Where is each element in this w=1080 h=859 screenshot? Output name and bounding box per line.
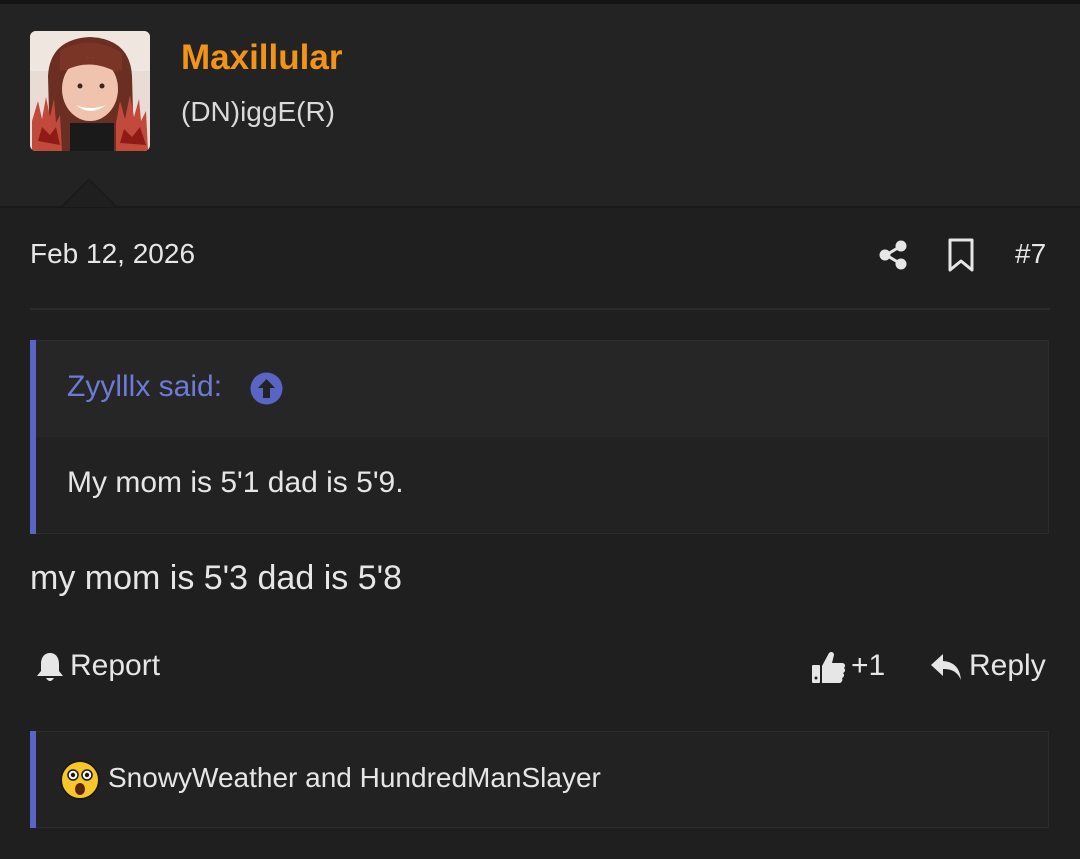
reply-button[interactable]: Reply: [969, 649, 1046, 683]
post-number[interactable]: #7: [1015, 238, 1046, 270]
avatar-image: [30, 31, 150, 151]
astonished-face-icon[interactable]: [60, 760, 100, 800]
thumbs-up-icon[interactable]: [810, 649, 846, 685]
post-date[interactable]: Feb 12, 2026: [30, 238, 195, 270]
post-body: my mom is 5'3 dad is 5'8: [30, 559, 403, 597]
reaction-users[interactable]: SnowyWeather and HundredManSlayer: [108, 762, 601, 794]
share-icon[interactable]: [877, 239, 909, 271]
reply-icon[interactable]: [929, 652, 963, 682]
quote-accent-bar: [30, 340, 36, 534]
report-button[interactable]: Report: [70, 649, 160, 683]
arrow-up-circle-icon[interactable]: [250, 372, 283, 405]
user-header: [0, 4, 1080, 208]
reactions-accent-bar: [30, 731, 36, 828]
user-title: (DN)iggE(R): [181, 96, 335, 127]
quote-author[interactable]: Zyylllx said:: [67, 370, 222, 404]
quote-text: My mom is 5'1 dad is 5'9.: [67, 466, 404, 499]
bookmark-icon[interactable]: [946, 238, 976, 272]
username[interactable]: Maxillular: [181, 38, 342, 78]
bell-icon[interactable]: [35, 651, 65, 683]
like-count[interactable]: +1: [851, 649, 885, 683]
divider: [30, 308, 1050, 310]
header-caret-inner: [63, 181, 115, 207]
avatar[interactable]: [30, 31, 150, 151]
